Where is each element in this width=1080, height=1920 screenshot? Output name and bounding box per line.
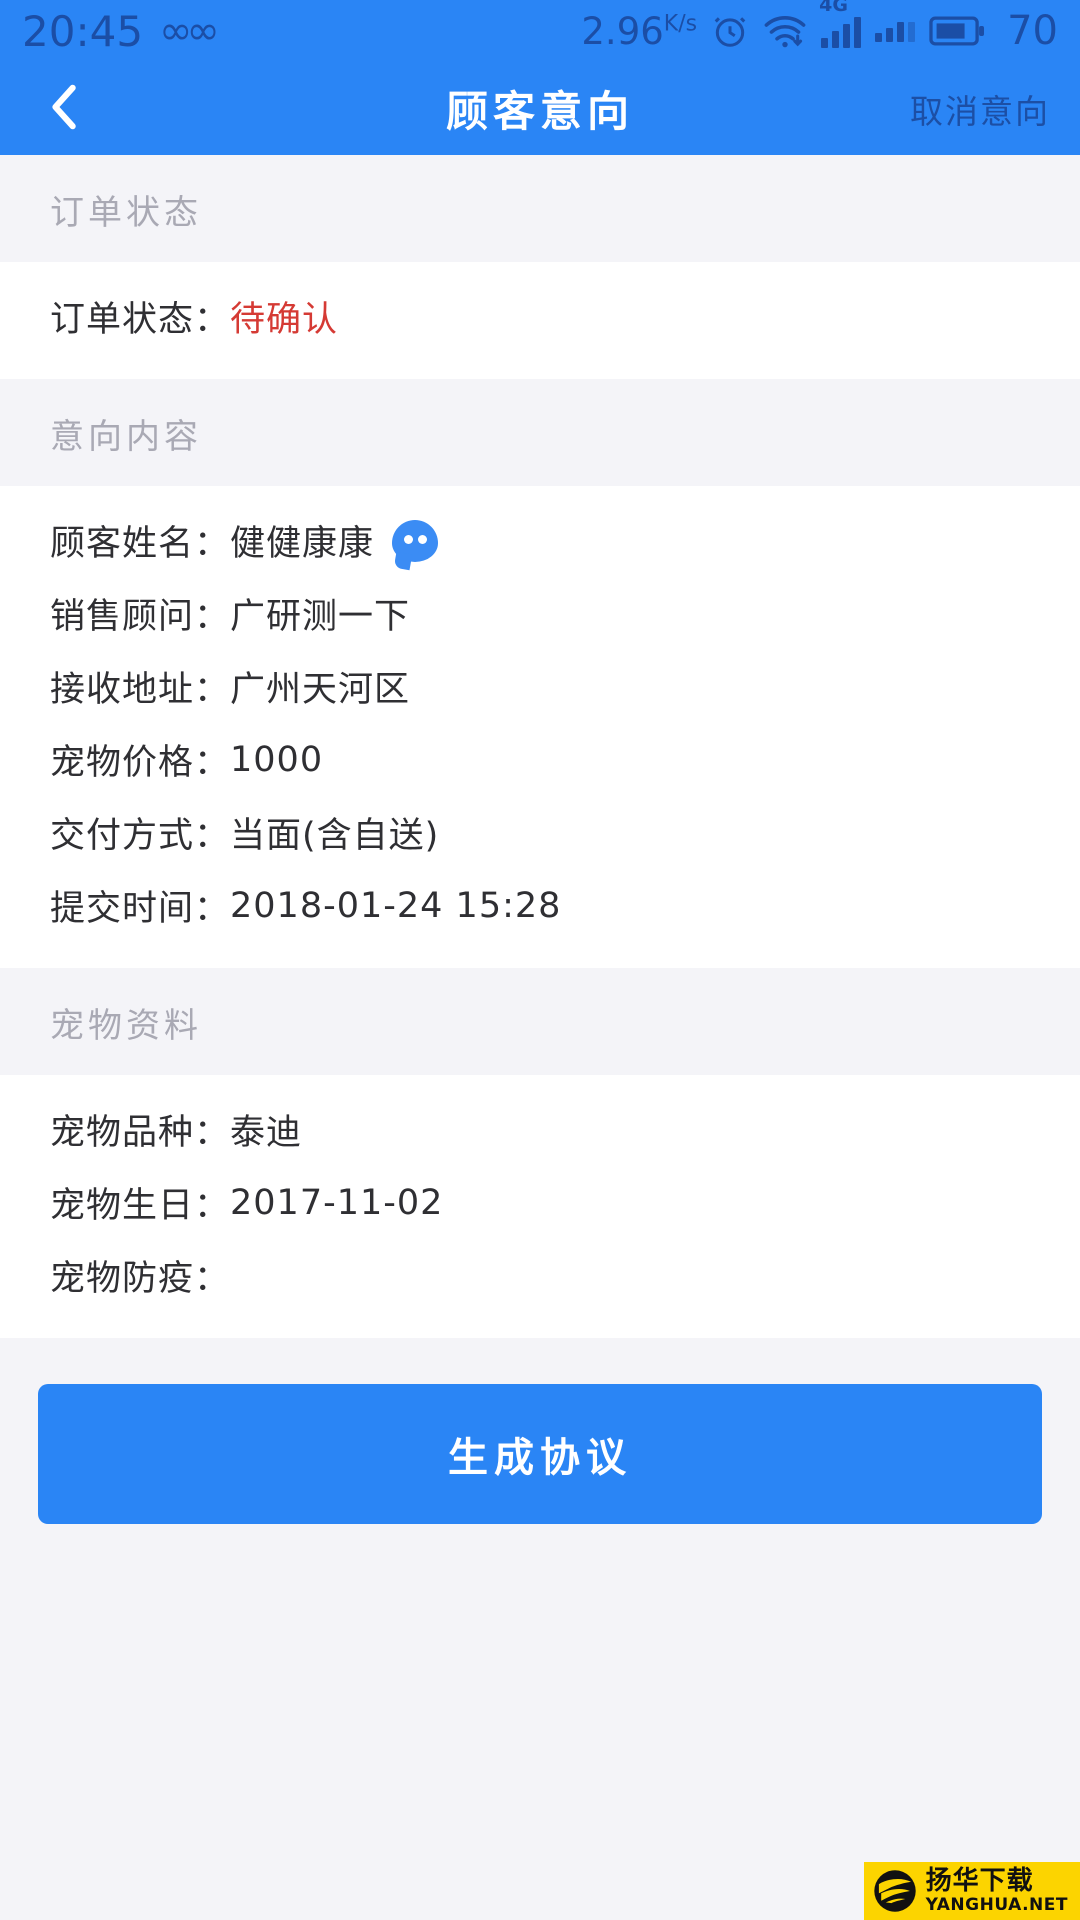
section-header-intent-content: 意向内容	[0, 379, 1080, 486]
table-row: 接收地址： 广州天河区	[0, 650, 1080, 723]
app-root: 20:45 ∞∞ 2.96K/s 4G 70 顾客意向 取消意向 订单状态 订单…	[0, 0, 1080, 1920]
row-value-pet-price: 1000	[230, 739, 324, 780]
cancel-intent-button[interactable]: 取消意向	[910, 85, 1050, 133]
row-label-pet-vaccination: 宠物防疫：	[50, 1259, 231, 1299]
signal-bars-icon-secondary	[875, 20, 916, 42]
row-label-delivery-method: 交付方式：	[50, 816, 231, 856]
table-row: 销售顾问： 广研测一下	[0, 577, 1080, 650]
status-bar: 20:45 ∞∞ 2.96K/s 4G 70	[0, 0, 1080, 62]
battery-icon	[929, 15, 985, 47]
row-label-receive-address: 接收地址：	[50, 670, 231, 710]
status-bar-time: 20:45	[22, 6, 144, 56]
row-value-pet-breed: 泰迪	[230, 1113, 303, 1153]
status-badge: 待确认	[230, 300, 339, 340]
status-bar-right-group: 2.96K/s 4G 70	[581, 0, 1058, 54]
section-header-order-status: 订单状态	[0, 155, 1080, 262]
table-row: 宠物生日： 2017-11-02	[0, 1166, 1080, 1239]
table-row: 交付方式： 当面(含自送)	[0, 796, 1080, 869]
row-value-submit-time: 2018-01-24 15:28	[230, 885, 562, 926]
back-button[interactable]	[30, 74, 100, 144]
watermark-en: YANGHUA.NET	[925, 1895, 1068, 1915]
section-header-pet-info: 宠物资料	[0, 968, 1080, 1075]
globe-logo-icon	[872, 1868, 918, 1914]
row-label-customer-name: 顾客姓名：	[50, 524, 231, 564]
chat-bubble-icon[interactable]	[392, 519, 439, 562]
row-value-receive-address: 广州天河区	[230, 670, 411, 710]
row-value-sales-consultant: 广研测一下	[230, 597, 411, 637]
row-value-pet-birthday: 2017-11-02	[230, 1182, 444, 1223]
section-body-intent-content: 顾客姓名： 健健康康 销售顾问： 广研测一下 接收地址： 广州天河区 宠物价格：…	[0, 486, 1080, 968]
row-label-pet-birthday: 宠物生日：	[50, 1186, 231, 1226]
network-type-label: 4G	[819, 0, 848, 16]
table-row: 宠物价格： 1000	[0, 723, 1080, 796]
wifi-icon	[763, 12, 807, 50]
row-label-pet-price: 宠物价格：	[50, 743, 231, 783]
alarm-clock-icon	[711, 12, 749, 50]
battery-level-text: 70	[1007, 8, 1058, 54]
row-label-sales-consultant: 销售顾问：	[50, 597, 231, 637]
nav-bar: 顾客意向 取消意向	[0, 62, 1080, 155]
row-label-order-status: 订单状态：	[50, 300, 231, 340]
table-row: 顾客姓名： 健健康康	[0, 504, 1080, 577]
row-value-delivery-method: 当面(含自送)	[230, 816, 440, 856]
signal-bars-icon: 4G	[819, 0, 862, 48]
watermark: 扬华下载 YANGHUA.NET	[863, 1862, 1080, 1920]
primary-button-area: 生成协议	[0, 1338, 1080, 1524]
section-body-order-status: 订单状态： 待确认	[0, 262, 1080, 379]
infinity-icon: ∞∞	[159, 8, 220, 54]
table-row: 提交时间： 2018-01-24 15:28	[0, 869, 1080, 942]
row-value-customer-name: 健健康康	[230, 524, 375, 564]
table-row: 宠物防疫：	[0, 1239, 1080, 1312]
table-row: 宠物品种： 泰迪	[0, 1093, 1080, 1166]
watermark-cn: 扬华下载	[925, 1866, 1034, 1896]
row-label-pet-breed: 宠物品种：	[50, 1113, 231, 1153]
generate-agreement-button[interactable]: 生成协议	[38, 1384, 1042, 1524]
watermark-text: 扬华下载 YANGHUA.NET	[926, 1868, 1068, 1914]
network-speed-text: 2.96K/s	[581, 9, 698, 53]
chevron-left-icon	[42, 80, 88, 138]
row-label-submit-time: 提交时间：	[50, 889, 231, 929]
table-row: 订单状态： 待确认	[0, 280, 1080, 353]
section-body-pet-info: 宠物品种： 泰迪 宠物生日： 2017-11-02 宠物防疫：	[0, 1075, 1080, 1338]
